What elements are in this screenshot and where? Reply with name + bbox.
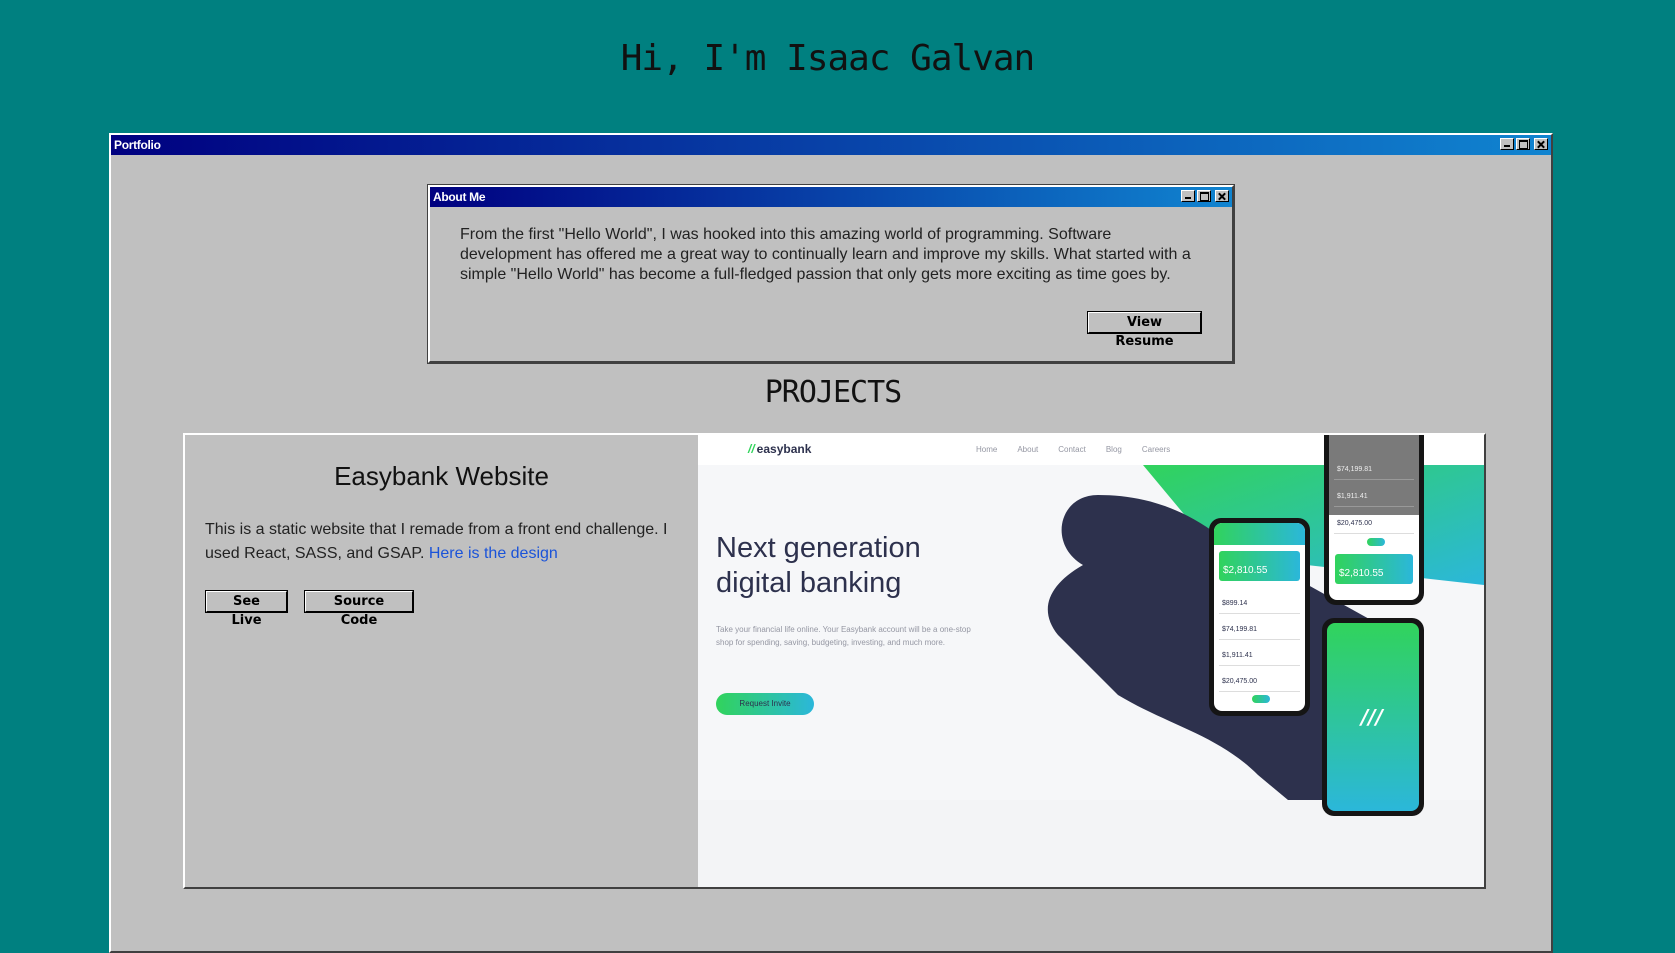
portfolio-titlebar[interactable]: Portfolio <box>111 135 1551 155</box>
about-window: About Me From the first "Hello World", I… <box>427 184 1235 364</box>
about-text: From the first "Hello World", I was hook… <box>460 226 1191 283</box>
close-icon[interactable] <box>1534 138 1548 150</box>
project-name: Easybank Website <box>334 461 549 491</box>
project-preview-image: //easybank Home About Contact Blog Caree… <box>698 435 1484 887</box>
preview-body-text: Take your financial life online. Your Ea… <box>716 625 971 647</box>
about-titlebar[interactable]: About Me <box>430 187 1232 207</box>
project-card: Easybank Website This is a static websit… <box>183 433 1486 889</box>
portfolio-window: Portfolio About Me From the first "Hello… <box>109 133 1553 953</box>
about-window-title: About Me <box>433 190 486 204</box>
portfolio-window-title: Portfolio <box>114 138 161 152</box>
source-code-button[interactable]: Source Code <box>304 590 414 628</box>
project-description: This is a static website that I remade f… <box>205 518 678 566</box>
minimize-icon[interactable] <box>1181 190 1195 202</box>
preview-phone: /// <box>1322 618 1424 816</box>
projects-heading: PROJECTS <box>764 375 903 410</box>
maximize-icon[interactable] <box>1197 190 1211 202</box>
maximize-icon[interactable] <box>1516 138 1530 150</box>
preview-cta: Request Invite <box>716 693 814 715</box>
project-info: Easybank Website This is a static websit… <box>185 435 698 887</box>
preview-phone: $2,810.55 $899.14 $74,199.81 $1,911.41 $… <box>1209 518 1310 716</box>
minimize-icon[interactable] <box>1500 138 1514 150</box>
preview-phone: $74,199.81 $1,911.41 $20,475.00 $2,810.5… <box>1324 435 1424 605</box>
preview-card: $2,810.55 <box>1219 551 1300 581</box>
preview-logo-mark-icon: /// <box>1361 705 1383 729</box>
close-icon[interactable] <box>1215 190 1229 202</box>
hero-title: Hi, I'm Isaac Galvan <box>620 38 1035 79</box>
design-link[interactable]: Here is the design <box>429 545 558 562</box>
preview-headline: Next generation digital banking <box>716 532 921 599</box>
view-resume-button[interactable]: View Resume <box>1087 311 1202 349</box>
see-live-button[interactable]: See Live <box>205 590 288 628</box>
